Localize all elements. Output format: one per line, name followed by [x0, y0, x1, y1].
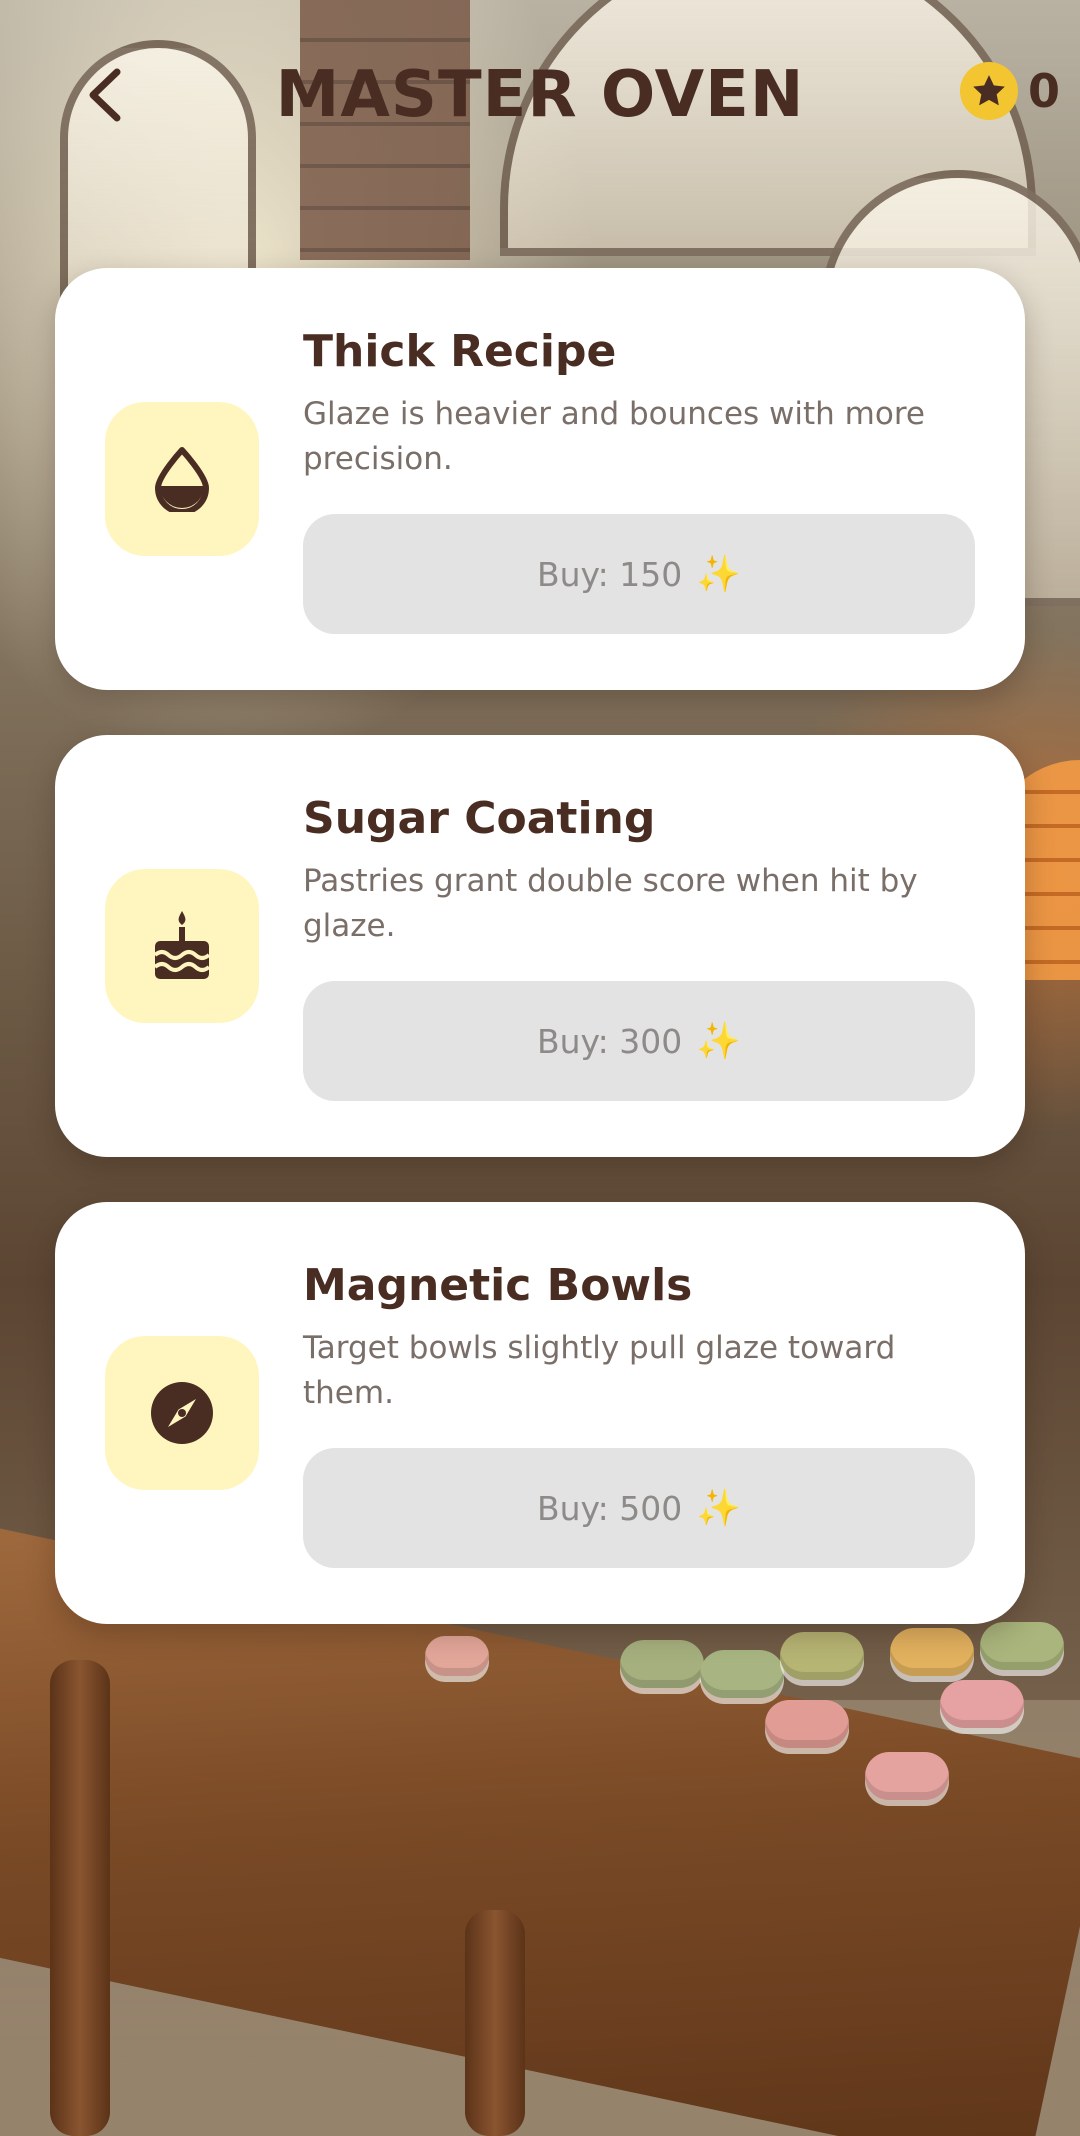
score-display: 0 [959, 62, 1060, 120]
upgrade-description: Target bowls slightly pull glaze toward … [303, 1330, 896, 1411]
upgrade-description: Pastries grant double score when hit by … [303, 863, 918, 944]
table-leg [50, 1660, 110, 2136]
macaron [890, 1628, 974, 1676]
macaron [940, 1680, 1024, 1728]
macaron [865, 1752, 949, 1800]
macaron [980, 1622, 1064, 1670]
upgrade-card-sugar-coating: Sugar Coating Pastries grant double scor… [55, 735, 1025, 1157]
buy-magnetic-bowls-button[interactable]: Buy: 500 ✨ [303, 1448, 975, 1568]
upgrade-title: Magnetic Bowls [303, 1260, 693, 1311]
score-value: 0 [1027, 64, 1060, 118]
sparkles-icon: ✨ [696, 1488, 742, 1529]
buy-button-label: Buy: 150 [536, 554, 683, 594]
buy-thick-recipe-button[interactable]: Buy: 150 ✨ [303, 514, 975, 634]
upgrade-card-magnetic-bowls: Magnetic Bowls Target bowls slightly pul… [55, 1202, 1025, 1624]
macaron [425, 1636, 489, 1676]
upgrade-card-thick-recipe: Thick Recipe Glaze is heavier and bounce… [55, 268, 1025, 690]
star-icon [959, 62, 1018, 120]
page-title: MASTER OVEN [275, 58, 805, 132]
upgrade-description: Glaze is heavier and bounces with more p… [303, 396, 925, 477]
macaron [780, 1632, 864, 1680]
sparkles-icon: ✨ [696, 1021, 742, 1062]
droplet-icon [105, 402, 259, 556]
table-leg [465, 1910, 525, 2136]
buy-button-label: Buy: 300 [536, 1021, 683, 1061]
cake-icon [105, 869, 259, 1023]
buy-button-label: Buy: 500 [536, 1488, 683, 1528]
macaron [620, 1640, 704, 1688]
upgrade-title: Thick Recipe [303, 326, 617, 377]
sparkles-icon: ✨ [696, 554, 742, 595]
compass-icon [105, 1336, 259, 1490]
macaron [700, 1650, 784, 1698]
top-bar: MASTER OVEN 0 [0, 40, 1080, 150]
macaron [765, 1700, 849, 1748]
upgrade-title: Sugar Coating [303, 793, 656, 844]
buy-sugar-coating-button[interactable]: Buy: 300 ✨ [303, 981, 975, 1101]
